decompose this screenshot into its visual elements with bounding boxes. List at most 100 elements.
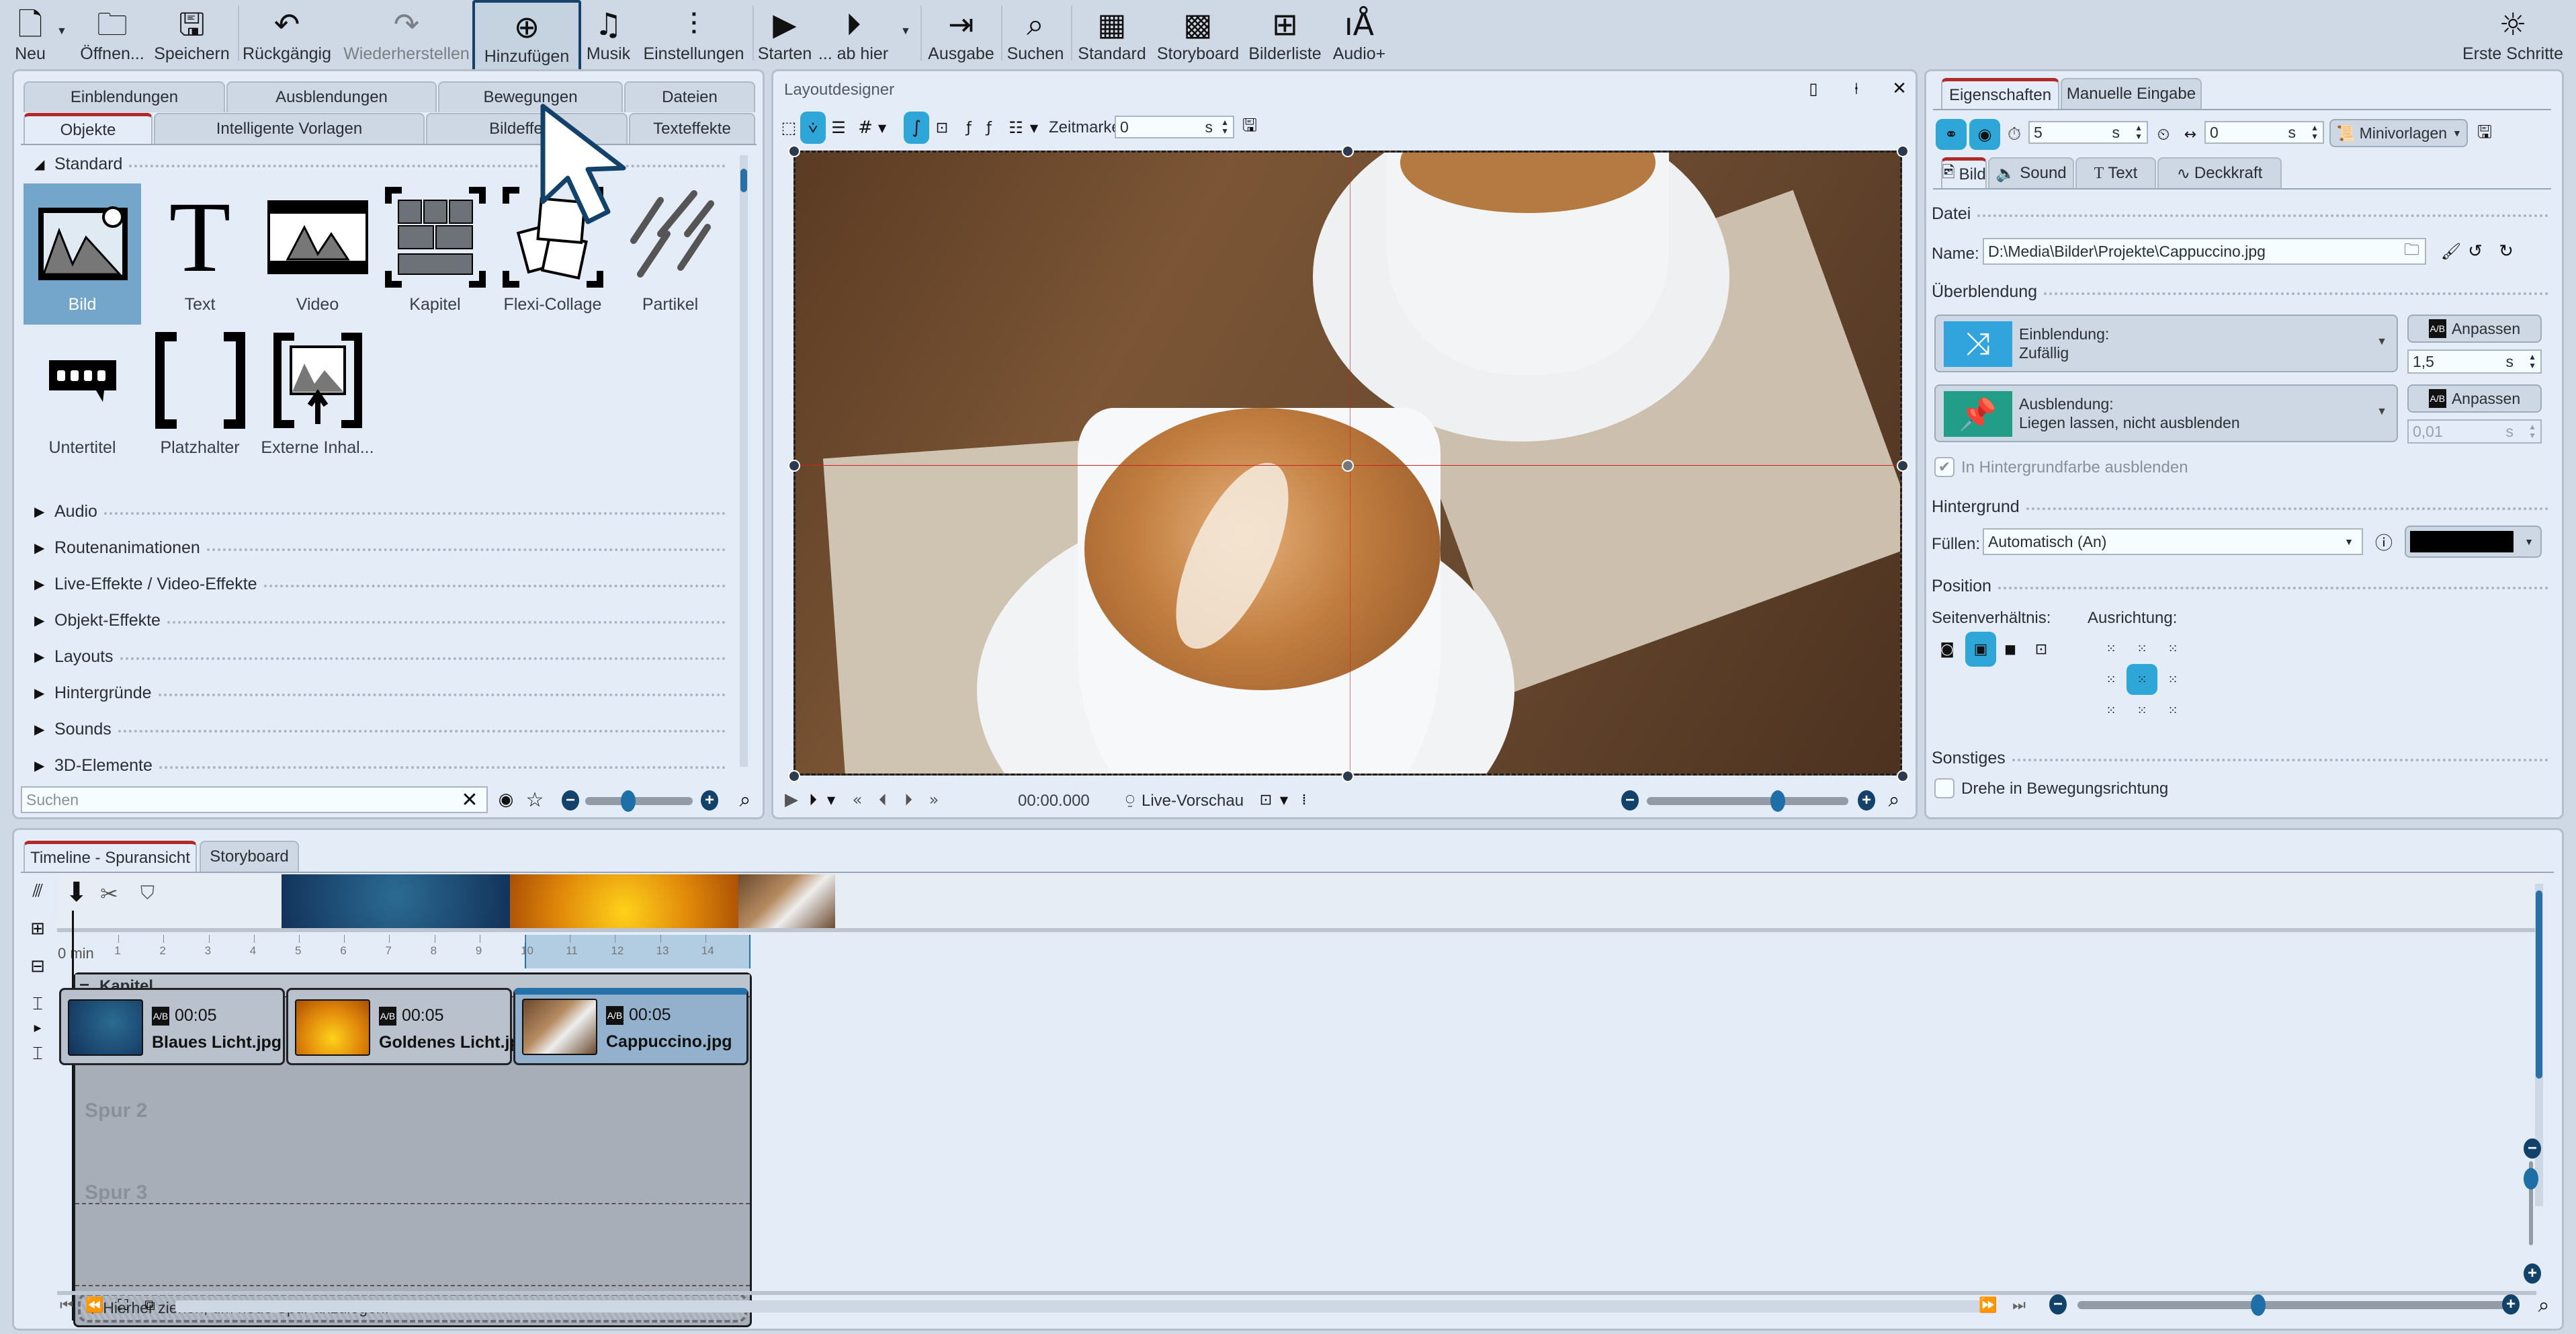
- align-middle-left-icon[interactable]: ⁙: [2096, 664, 2127, 695]
- timeline-zoom-in-icon[interactable]: +: [2502, 1294, 2520, 1315]
- tab-eigenschaften[interactable]: Eigenschaften: [1941, 78, 2059, 109]
- fit-view-icon[interactable]: ⛶: [113, 1294, 133, 1317]
- zoom-out-icon[interactable]: −: [1621, 790, 1639, 810]
- zoom-in-icon[interactable]: +: [1858, 790, 1875, 810]
- add-track-icon[interactable]: ⊞: [22, 913, 53, 944]
- subtab-text[interactable]: T Text: [2075, 157, 2156, 188]
- export-button[interactable]: ⇥ Ausgabe: [926, 0, 996, 67]
- spin-arrows-icon[interactable]: ▲ ▼: [2528, 353, 2536, 370]
- close-icon[interactable]: ✕: [1887, 77, 1912, 101]
- minivorlagen-dropdown[interactable]: 📜 Minivorlagen ▼: [2329, 119, 2468, 147]
- resize-handle[interactable]: [788, 770, 800, 782]
- ausblendung-anpassen-button[interactable]: A/B Anpassen: [2407, 384, 2542, 413]
- section-audio[interactable]: ▶ Audio: [34, 498, 726, 525]
- rotate-left-icon[interactable]: ↺: [2464, 238, 2487, 265]
- save-layout-icon[interactable]: 🖫: [1238, 113, 1261, 142]
- aspect-original-icon[interactable]: ⊡: [2030, 636, 2053, 663]
- first-steps-button[interactable]: ☼ Erste Schritte: [2459, 0, 2567, 67]
- section-routenanimationen[interactable]: ▶ Routenanimationen: [34, 534, 726, 561]
- select-tool-icon[interactable]: ⬚: [779, 113, 799, 142]
- live-preview-icon[interactable]: ⍜: [1121, 785, 1139, 815]
- object-bild[interactable]: Bild: [24, 183, 141, 325]
- snap-tool-icon[interactable]: ⩒: [800, 112, 826, 144]
- zoom-out-icon[interactable]: −: [562, 790, 579, 810]
- section-objekt-effekte[interactable]: ▶ Objekt-Effekte: [34, 607, 726, 634]
- eye-icon[interactable]: ◉: [492, 786, 519, 813]
- zeitmarke-input[interactable]: 0 s ▲ ▼: [1115, 116, 1234, 138]
- spin-arrows-icon[interactable]: ▲ ▼: [2528, 423, 2536, 440]
- timeline-zoom-fit-icon[interactable]: ⌕: [2532, 1292, 2556, 1319]
- new-button[interactable]: 🗋 Neu: [7, 0, 54, 67]
- spin-arrows-icon[interactable]: ▲ ▼: [2135, 124, 2143, 141]
- previous-clip-icon[interactable]: ⏪: [85, 1294, 105, 1317]
- grid-dropdown-icon[interactable]: ▼: [874, 113, 890, 142]
- track-height-slider-thumb[interactable]: [2524, 1168, 2538, 1190]
- live-preview-label[interactable]: Live-Vorschau: [1142, 792, 1244, 810]
- grid-icon[interactable]: #: [855, 113, 875, 142]
- settings-button[interactable]: ⫶ Einstellungen: [642, 0, 746, 67]
- remove-keyframe-icon[interactable]: ƒ: [979, 113, 999, 142]
- align-bottom-left-icon[interactable]: ⁙: [2096, 695, 2127, 726]
- open-folder-icon[interactable]: 🗀: [2404, 239, 2419, 265]
- align-top-right-icon[interactable]: ⁙: [2157, 633, 2188, 664]
- section-layouts[interactable]: ▶ Layouts: [34, 643, 726, 670]
- subtab-deckkraft[interactable]: ∿ Deckkraft: [2157, 157, 2282, 188]
- layout-imagelist-button[interactable]: ⊞ Bilderliste: [1246, 0, 1324, 67]
- align-list-icon[interactable]: ☷: [1006, 113, 1026, 142]
- resize-handle[interactable]: [1897, 460, 1909, 472]
- marker-icon[interactable]: ⛉: [140, 882, 155, 905]
- einblendung-dropdown[interactable]: ⤨ Einblendung: Zufällig ▼: [1934, 315, 2398, 372]
- spin-arrows-icon[interactable]: ▲ ▼: [1221, 118, 1229, 136]
- go-to-end-icon[interactable]: ⏭: [2009, 1294, 2029, 1317]
- tab-intelligente-vorlagen[interactable]: Intelligente Vorlagen: [154, 113, 425, 144]
- edit-brush-icon[interactable]: 🖌: [2440, 238, 2462, 265]
- timeline-zoom-slider[interactable]: [2077, 1301, 2507, 1309]
- timeline-clip[interactable]: A/B 00:05 Goldenes Licht.jpg: [286, 988, 530, 1065]
- timeline-zoom-slider-thumb[interactable]: [2250, 1294, 2266, 1316]
- align-bottom-right-icon[interactable]: ⁙: [2157, 695, 2188, 726]
- rotate-right-icon[interactable]: ↻: [2495, 238, 2518, 265]
- object-untertitel[interactable]: Untertitel: [24, 327, 141, 468]
- center-handle[interactable]: [1342, 460, 1354, 472]
- resize-handle[interactable]: [1897, 770, 1909, 782]
- subtab-sound[interactable]: 🔈 Sound: [1988, 157, 2074, 188]
- jump-to-selection-icon[interactable]: ⧉: [140, 1294, 160, 1317]
- zoom-fit-icon[interactable]: ⌕: [1882, 785, 1906, 815]
- info-icon[interactable]: ⓘ: [2372, 528, 2395, 555]
- einblendung-anpassen-button[interactable]: A/B Anpassen: [2407, 315, 2542, 343]
- layout-standard-button[interactable]: ▦ Standard: [1075, 0, 1149, 67]
- timeline-horizontal-scrollbar[interactable]: [175, 1300, 1989, 1312]
- thumbnail-strip[interactable]: [57, 874, 2543, 932]
- align-bottom-center-icon[interactable]: ⁙: [2127, 695, 2157, 726]
- start-button[interactable]: ▶ Starten: [758, 0, 812, 67]
- align-dropdown-icon[interactable]: ▼: [1026, 113, 1042, 142]
- drehe-checkbox[interactable]: [1934, 778, 1955, 798]
- link-toggle-icon[interactable]: ⚭: [1936, 119, 1967, 150]
- visibility-toggle-icon[interactable]: ◉: [1969, 119, 2000, 150]
- duration-input[interactable]: 5 s ▲ ▼: [2028, 121, 2148, 144]
- section-live-effekte[interactable]: ▶ Live-Effekte / Video-Effekte: [34, 571, 726, 597]
- remove-track-icon[interactable]: ⊟: [22, 951, 53, 982]
- align-top-left-icon[interactable]: ⁙: [2096, 633, 2127, 664]
- icon-size-slider[interactable]: [585, 797, 693, 805]
- timeline-clip[interactable]: A/B 00:05 Blaues Licht.jpg: [59, 988, 285, 1065]
- expand-tracks-icon[interactable]: ⌶: [22, 989, 53, 1019]
- section-sounds[interactable]: ▶ Sounds: [34, 716, 726, 743]
- hintergrundfarbe-checkbox[interactable]: ✔: [1934, 457, 1955, 477]
- time-ruler[interactable]: 1 2 3 4 5 6 7 8 9 10 11 12 13 14: [73, 935, 2532, 968]
- aspect-fit-icon[interactable]: ◙: [1936, 636, 1959, 663]
- safe-area-icon[interactable]: ⊡: [932, 113, 952, 142]
- einblendung-duration-input[interactable]: 1,5 s ▲ ▼: [2407, 349, 2542, 374]
- pin-icon[interactable]: ⍿: [1844, 77, 1869, 101]
- spin-arrows-icon[interactable]: ▲ ▼: [2311, 124, 2319, 141]
- ausblendung-duration-input[interactable]: 0,01 s ▲ ▼: [2407, 419, 2542, 444]
- resize-handle[interactable]: [1342, 770, 1354, 782]
- next-clip-icon[interactable]: ⏩: [1978, 1294, 1998, 1317]
- section-hintergruende[interactable]: ▶ Hintergründe: [34, 679, 726, 706]
- layers-icon[interactable]: ☰: [828, 113, 849, 142]
- align-middle-right-icon[interactable]: ⁙: [2157, 664, 2188, 695]
- resize-handle[interactable]: [788, 460, 800, 472]
- ausblendung-dropdown[interactable]: 📌 Ausblendung: Liegen lassen, nicht ausb…: [1934, 384, 2398, 442]
- timing-wizard-icon[interactable]: ⏲: [2152, 119, 2175, 150]
- icon-size-slider-thumb[interactable]: [621, 790, 636, 812]
